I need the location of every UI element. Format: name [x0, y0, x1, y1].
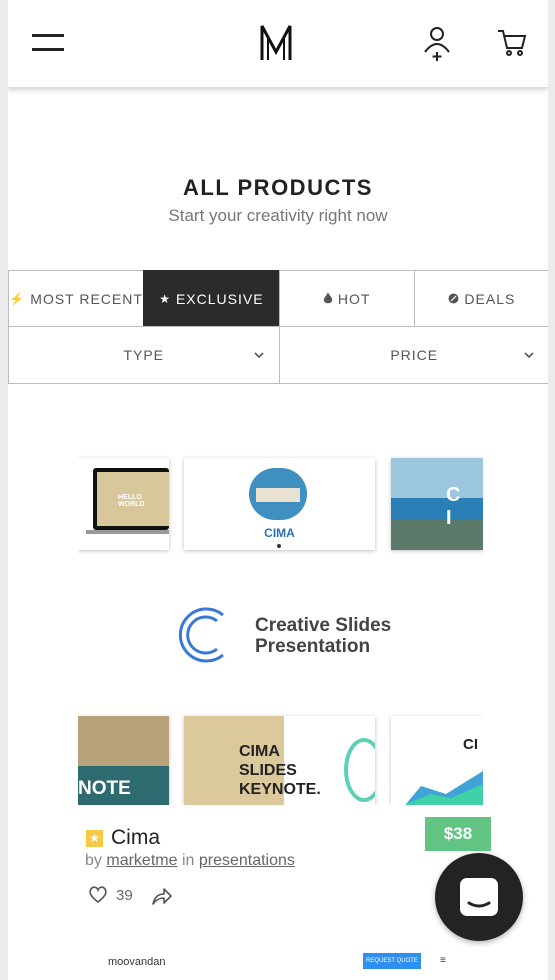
- cart-icon[interactable]: [497, 28, 527, 58]
- add-user-icon[interactable]: [423, 26, 451, 62]
- chevron-down-icon: [524, 352, 534, 359]
- preview-slide: C I: [391, 458, 483, 550]
- slide-text: C I: [446, 484, 467, 529]
- flame-icon: [323, 292, 333, 304]
- select-label: PRICE: [390, 347, 439, 363]
- like-button[interactable]: 39: [88, 886, 133, 904]
- tab-label: DEALS: [464, 290, 516, 307]
- tab-deals[interactable]: DEALS: [413, 270, 548, 327]
- preview-title-line: Creative Slides: [255, 615, 392, 636]
- tab-label: MOST RECENT: [30, 290, 143, 307]
- share-icon[interactable]: [151, 886, 173, 906]
- page-frame: ALL PRODUCTS Start your creativity right…: [8, 0, 548, 980]
- product-byline: by marketme in presentations: [85, 852, 295, 870]
- by-label: by: [85, 852, 102, 869]
- price-badge[interactable]: $38: [425, 817, 491, 851]
- like-count: 39: [116, 886, 133, 904]
- price-select[interactable]: PRICE: [278, 326, 548, 384]
- preview-slide: HELLO WORLD: [78, 458, 169, 550]
- preview-slide: CI: [391, 716, 483, 805]
- product-preview-image[interactable]: HELLO WORLD CIMA C I Creative Slides Pre…: [78, 455, 483, 805]
- tab-label: HOT: [337, 290, 371, 307]
- chevron-down-icon: [253, 352, 264, 359]
- area-graphic: [406, 771, 483, 805]
- brand-logo[interactable]: [260, 22, 292, 62]
- exclusive-star-icon: ★: [86, 829, 103, 847]
- menu-icon[interactable]: ≡: [440, 955, 446, 966]
- tab-hot[interactable]: HOT: [278, 270, 415, 327]
- hamburger-icon[interactable]: [32, 34, 64, 56]
- top-header: [8, 0, 548, 88]
- filter-tabs: ⚡ MOST RECENT ★ EXCLUSIVE HOT DEALS: [8, 270, 548, 327]
- deal-badge-icon: [448, 293, 459, 304]
- tab-label: EXCLUSIVE: [175, 290, 264, 307]
- category-link[interactable]: presentations: [199, 852, 295, 869]
- request-quote-button[interactable]: REQUEST QUOTE: [363, 953, 421, 969]
- slide-text: CIMA: [264, 526, 295, 540]
- heart-icon: [89, 886, 107, 904]
- slide-text: CI: [463, 736, 478, 753]
- in-label: in: [181, 852, 195, 869]
- preview-slide: CIMA SLIDES KEYNOTE.: [184, 716, 375, 805]
- chat-launcher-button[interactable]: [435, 853, 523, 941]
- author-link[interactable]: marketme: [106, 852, 177, 869]
- page-title: ALL PRODUCTS: [183, 175, 373, 200]
- lightning-icon: ⚡: [9, 291, 26, 306]
- preview-slide: NOTE: [78, 716, 169, 805]
- next-product-card[interactable]: moovandan REQUEST QUOTE ≡: [8, 950, 548, 980]
- filter-selects: TYPE PRICE: [8, 326, 548, 384]
- tab-most-recent[interactable]: ⚡ MOST RECENT: [8, 270, 145, 327]
- select-label: TYPE: [123, 347, 165, 363]
- chat-icon: [460, 878, 498, 916]
- type-select[interactable]: TYPE: [8, 326, 280, 384]
- slide-text: HELLO WORLD: [118, 494, 145, 508]
- filter-bar: ⚡ MOST RECENT ★ EXCLUSIVE HOT DEALS TYPE…: [8, 270, 548, 384]
- preview-title: Creative Slides Presentation: [255, 615, 391, 657]
- next-card-brand: moovandan: [108, 956, 166, 968]
- star-icon: ★: [159, 291, 171, 306]
- product-title[interactable]: ★ Cima: [86, 826, 160, 850]
- slide-text: NOTE: [78, 778, 131, 799]
- slide-text: CIMA SLIDES KEYNOTE.: [239, 743, 321, 798]
- preview-title-line: Presentation: [255, 636, 371, 657]
- tab-exclusive[interactable]: ★ EXCLUSIVE: [143, 270, 280, 327]
- preview-slide: CIMA: [184, 458, 375, 550]
- cima-logo-icon: [178, 607, 224, 663]
- product-name: Cima: [111, 826, 161, 849]
- page-subtitle: Start your creativity right now: [168, 206, 388, 225]
